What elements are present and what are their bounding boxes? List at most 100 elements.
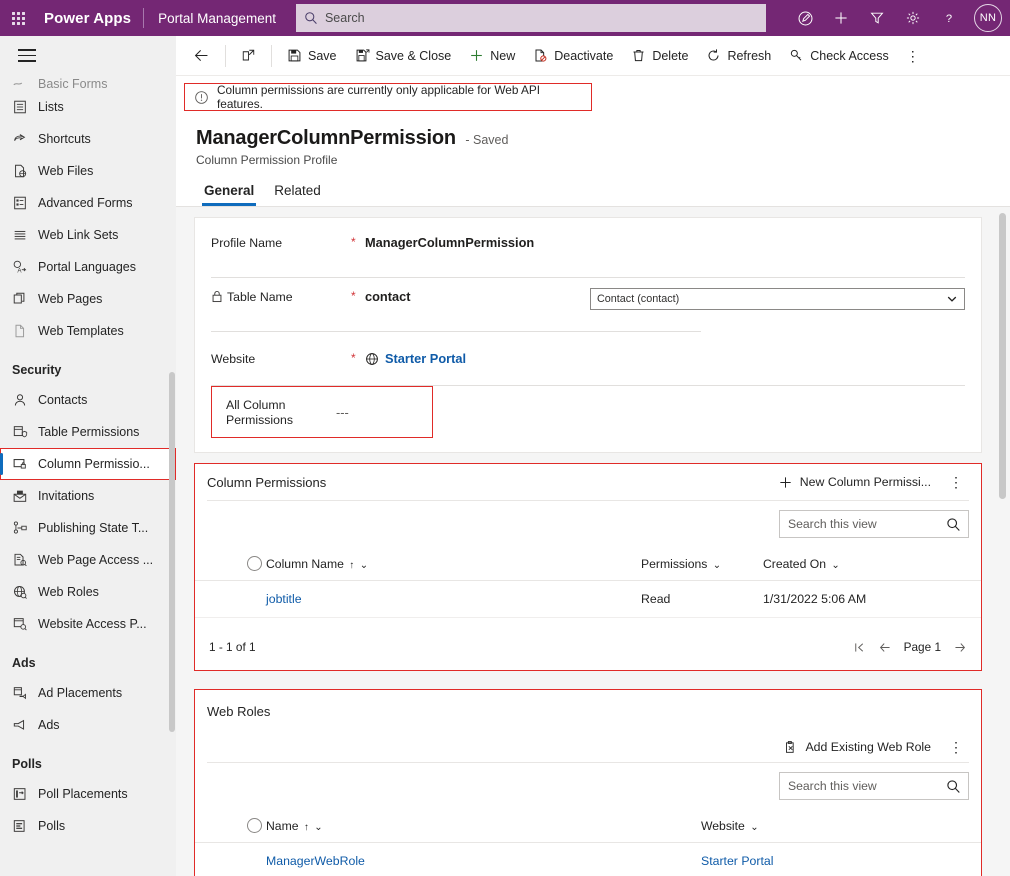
sidebar-item-poll-placements[interactable]: Poll Placements <box>0 778 176 810</box>
column-header-name[interactable]: Name ↑ ⌄ <box>266 809 701 843</box>
help-question-icon[interactable]: ? <box>932 0 966 36</box>
check-access-button[interactable]: Check Access <box>780 41 898 71</box>
row-select-cell[interactable] <box>195 842 266 876</box>
sidebar-item-web-roles[interactable]: Web Roles <box>0 576 176 608</box>
sidebar-item-web-link-sets[interactable]: Web Link Sets <box>0 219 176 251</box>
tab-general[interactable]: General <box>196 181 262 206</box>
dictation-pen-icon[interactable] <box>788 0 822 36</box>
sidebar-item-web-files[interactable]: Web Files <box>0 155 176 187</box>
page-title: ManagerColumnPermission <box>196 127 456 149</box>
select-all-header[interactable] <box>195 809 266 843</box>
new-column-permission-button[interactable]: New Column Permissi... <box>772 471 937 494</box>
row-select-cell[interactable] <box>195 580 266 618</box>
subgrid-overflow-button[interactable]: ⋮ <box>941 474 971 490</box>
app-name-portal-management[interactable]: Portal Management <box>144 11 290 26</box>
sidebar-item-ads[interactable]: Ads <box>0 709 176 741</box>
sidebar-item-label: Web Link Sets <box>38 227 119 242</box>
sidebar-item-label: Lists <box>38 99 64 114</box>
table-name-lookup-dropdown[interactable]: Contact (contact) <box>590 288 965 310</box>
cell-name[interactable]: ManagerWebRole <box>266 842 701 876</box>
subgrid-search-input[interactable] <box>788 517 946 531</box>
sidebar-item-contacts[interactable]: Contacts <box>0 384 176 416</box>
user-avatar[interactable]: NN <box>974 4 1002 32</box>
search-icon[interactable] <box>946 517 961 532</box>
column-header-permissions[interactable]: Permissions ⌄ <box>641 547 763 581</box>
select-all-checkbox[interactable] <box>247 818 262 833</box>
website-link[interactable]: Starter Portal <box>701 854 773 868</box>
top-app-bar: Power Apps Portal Management ? NN <box>0 0 1010 36</box>
sidebar-item-web-pages[interactable]: Web Pages <box>0 283 176 315</box>
select-all-checkbox[interactable] <box>247 556 262 571</box>
chevron-down-icon[interactable]: ⌄ <box>360 560 368 571</box>
profile-name-value[interactable]: ManagerColumnPermission <box>365 234 534 250</box>
open-in-new-window-button[interactable] <box>232 41 265 71</box>
web-template-icon <box>12 323 38 339</box>
sidebar-item-polls[interactable]: Polls <box>0 810 176 842</box>
delete-button[interactable]: Delete <box>622 41 697 71</box>
app-launcher-waffle-icon[interactable] <box>0 0 36 36</box>
search-icon[interactable] <box>946 779 961 794</box>
deactivate-button[interactable]: Deactivate <box>524 41 622 71</box>
sitemap-toggle-hamburger-icon[interactable] <box>0 36 176 75</box>
sidebar-item-publishing-state-transitions[interactable]: Publishing State T... <box>0 512 176 544</box>
subgrid-search-input[interactable] <box>788 779 946 793</box>
column-header-column-name[interactable]: Column Name ↑ ⌄ <box>266 547 641 581</box>
add-icon[interactable] <box>824 0 858 36</box>
cell-website[interactable]: Starter Portal <box>701 842 981 876</box>
chevron-down-icon[interactable]: ⌄ <box>831 560 839 571</box>
command-overflow-button[interactable]: ⋮ <box>898 41 928 71</box>
all-column-permissions-value[interactable]: --- <box>336 404 349 420</box>
global-search-box[interactable] <box>295 4 766 32</box>
subgrid-search-box[interactable] <box>779 510 969 538</box>
save-button[interactable]: Save <box>278 41 346 71</box>
previous-page-button[interactable] <box>878 641 892 654</box>
form-scrollbar[interactable] <box>999 213 1006 839</box>
sidebar-item-web-page-access-rules[interactable]: Web Page Access ... <box>0 544 176 576</box>
settings-gear-icon[interactable] <box>896 0 930 36</box>
column-header-label: Permissions <box>641 556 708 571</box>
add-existing-web-role-button[interactable]: Add Existing Web Role <box>777 736 937 759</box>
sidebar-item-shortcuts[interactable]: Shortcuts <box>0 123 176 155</box>
chevron-down-icon[interactable]: ⌄ <box>750 822 758 833</box>
sidebar-item-website-access-permissions[interactable]: Website Access P... <box>0 608 176 640</box>
sidebar-item-web-templates[interactable]: Web Templates <box>0 315 176 347</box>
next-page-button[interactable] <box>953 641 967 654</box>
select-all-header[interactable] <box>195 547 266 581</box>
refresh-button[interactable]: Refresh <box>697 41 780 71</box>
column-header-created-on[interactable]: Created On ⌄ <box>763 547 981 581</box>
sidebar-item-ad-placements[interactable]: Ad Placements <box>0 677 176 709</box>
table-row[interactable]: jobtitle Read 1/31/2022 5:06 AM <box>195 580 981 618</box>
sidebar-item-invitations[interactable]: Invitations <box>0 480 176 512</box>
global-search-input[interactable] <box>324 11 758 25</box>
sidebar-item-basic-forms[interactable]: Basic Forms <box>0 75 176 91</box>
table-name-value[interactable]: contact <box>365 288 411 304</box>
sidebar-item-column-permissions[interactable]: Column Permissio... <box>0 447 176 480</box>
chevron-down-icon[interactable]: ⌄ <box>314 822 322 833</box>
new-button[interactable]: New <box>460 41 524 71</box>
cell-column-name[interactable]: jobtitle <box>266 580 641 618</box>
sidebar-item-advanced-forms[interactable]: Advanced Forms <box>0 187 176 219</box>
column-header-website[interactable]: Website ⌄ <box>701 809 981 843</box>
back-button[interactable] <box>184 41 219 71</box>
column-name-link[interactable]: jobtitle <box>266 592 302 606</box>
field-row-table-name: Table Name * contact Contact (contact) <box>211 278 965 322</box>
record-entity-name: Column Permission Profile <box>196 153 338 167</box>
sidebar-item-portal-languages[interactable]: A Portal Languages <box>0 251 176 283</box>
subgrid-title: Web Roles <box>207 703 271 719</box>
sidebar-item-lists[interactable]: Lists <box>0 91 176 123</box>
website-value-link[interactable]: Starter Portal <box>365 350 466 366</box>
general-form-section: Profile Name * ManagerColumnPermission T… <box>194 217 982 453</box>
selection-indicator <box>0 452 3 475</box>
table-row[interactable]: ManagerWebRole Starter Portal <box>195 842 981 876</box>
brand-power-apps[interactable]: Power Apps <box>36 10 143 27</box>
tab-related[interactable]: Related <box>266 181 329 206</box>
filter-icon[interactable] <box>860 0 894 36</box>
sidebar-item-table-permissions[interactable]: Table Permissions <box>0 416 176 448</box>
chevron-down-icon[interactable]: ⌄ <box>713 560 721 571</box>
web-role-name-link[interactable]: ManagerWebRole <box>266 854 365 868</box>
save-and-close-button[interactable]: Save & Close <box>346 41 461 71</box>
subgrid-overflow-button[interactable]: ⋮ <box>941 739 971 755</box>
subgrid-search-box[interactable] <box>779 772 969 800</box>
sidebar-scrollbar[interactable] <box>169 72 175 872</box>
first-page-button[interactable] <box>853 641 866 654</box>
